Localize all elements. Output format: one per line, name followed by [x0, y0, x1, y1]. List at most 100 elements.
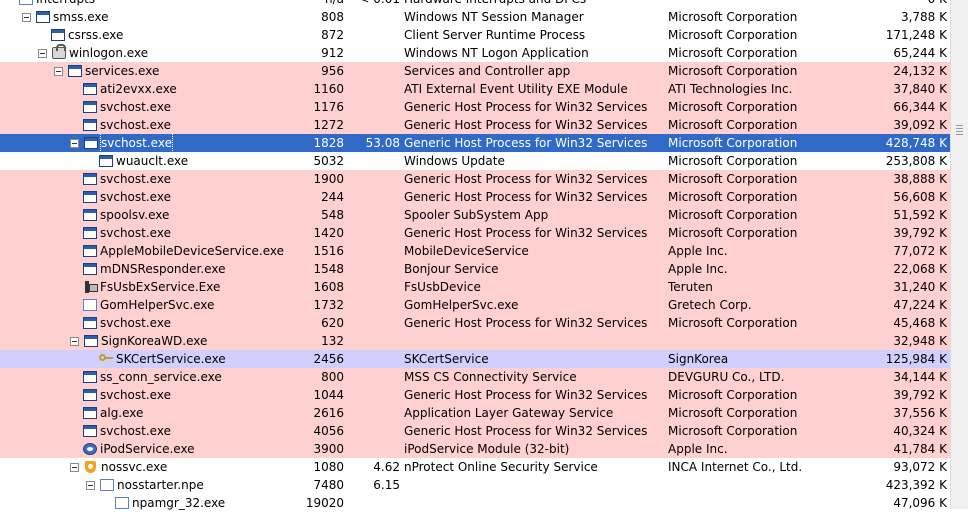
collapse-toggle-icon[interactable] [86, 480, 95, 490]
process-company: Microsoft Corporation [668, 154, 798, 168]
process-row[interactable]: npamgr_32.exe 19020 47,096 K [0, 494, 950, 512]
process-name-cell: spoolsv.exe [0, 206, 318, 224]
process-row[interactable]: ati2evxx.exe 1160 ATI External Event Utili… [0, 80, 950, 98]
process-row[interactable]: svchost.exe 4056 Generic Host Process for … [0, 422, 950, 440]
collapse-toggle-icon[interactable] [70, 138, 79, 148]
process-name-wrap: csrss.exe [38, 26, 123, 44]
process-name-wrap: winlogon.exe [38, 44, 148, 62]
process-name-wrap: mDNSResponder.exe [70, 260, 225, 278]
process-name-wrap: nossvc.exe [70, 458, 167, 476]
process-pid: 1900 [313, 172, 344, 186]
process-row[interactable]: csrss.exe 872 Client Server Runtime Proces… [0, 26, 950, 44]
process-memory: 3,788 K [900, 10, 947, 24]
process-name-cell: SKCertService.exe [0, 350, 318, 368]
process-name: svchost.exe [100, 316, 171, 330]
window-icon [83, 389, 97, 401]
window-icon [83, 317, 97, 329]
process-tree-table[interactable]: Interrupts n/a < 0.01 Hardware Interrupts a… [0, 0, 950, 512]
process-description: Spooler SubSystem App [404, 208, 549, 222]
process-description: Application Layer Gateway Service [404, 406, 614, 420]
process-name-wrap: alg.exe [70, 404, 143, 422]
process-name-cell: svchost.exe [0, 134, 318, 152]
process-row[interactable]: Interrupts n/a < 0.01 Hardware Interrupts a… [0, 0, 950, 8]
process-row[interactable]: svchost.exe 1828 53.08 Generic Host Process… [0, 134, 950, 152]
process-row[interactable]: services.exe 956 Services and Controller a… [0, 62, 950, 80]
blank-window-icon [100, 479, 114, 491]
window-icon [36, 11, 50, 23]
process-row[interactable]: ss_conn_service.exe 800 MSS CS Connectivit… [0, 368, 950, 386]
process-row[interactable]: SKCertService.exe 2456 SKCertService SignKo… [0, 350, 950, 368]
collapse-toggle-icon[interactable] [22, 12, 31, 22]
collapse-toggle-icon[interactable] [70, 336, 79, 346]
vertical-scrollbar[interactable] [950, 0, 968, 509]
process-company: Microsoft Corporation [668, 226, 798, 240]
process-cpu: < 0.01 [352, 0, 400, 8]
process-company: Apple Inc. [668, 244, 728, 258]
process-company: Microsoft Corporation [668, 28, 798, 42]
process-name-wrap: iPodService.exe [70, 440, 195, 458]
scrollbar-grip[interactable] [956, 123, 963, 141]
window-icon [51, 29, 65, 41]
process-description: Generic Host Process for Win32 Services [404, 172, 648, 186]
process-description: iPodService Module (32-bit) [404, 442, 570, 456]
lock-icon [52, 44, 66, 59]
process-company: Microsoft Corporation [668, 10, 798, 24]
process-memory: 66,344 K [893, 100, 947, 114]
process-name-wrap: wuauclt.exe [86, 152, 188, 170]
process-row[interactable]: iPodService.exe 3900 iPodService Module (3… [0, 440, 950, 458]
process-description: Generic Host Process for Win32 Services [404, 226, 648, 240]
process-memory: 24,132 K [893, 64, 947, 78]
process-company: Microsoft Corporation [668, 100, 798, 114]
process-row[interactable]: wuauclt.exe 5032 Windows Update Microsoft C… [0, 152, 950, 170]
process-name-wrap: svchost.exe [70, 134, 173, 152]
process-row[interactable]: nossvc.exe 1080 4.62 nProtect Online Securi… [0, 458, 950, 476]
process-description: Windows NT Session Manager [404, 10, 584, 24]
process-name: Interrupts [36, 0, 95, 8]
process-name-cell: winlogon.exe [0, 44, 318, 62]
process-cpu [352, 386, 400, 404]
process-row[interactable]: nosstarter.npe 7480 6.15 423,392 K [0, 476, 950, 494]
collapse-toggle-icon[interactable] [54, 66, 63, 76]
process-row[interactable]: svchost.exe 1420 Generic Host Process for … [0, 224, 950, 242]
process-name-cell: svchost.exe [0, 170, 318, 188]
collapse-toggle-icon[interactable] [38, 48, 47, 58]
process-row[interactable]: AppleMobileDeviceService.exe 1516 MobileDe… [0, 242, 950, 260]
process-cpu [352, 350, 400, 368]
process-name: SignKoreaWD.exe [101, 334, 208, 348]
collapse-toggle-icon[interactable] [70, 462, 79, 472]
process-row[interactable]: GomHelperSvc.exe 1732 GomHelperSvc.exe Gret… [0, 296, 950, 314]
process-row[interactable]: alg.exe 2616 Application Layer Gateway Ser… [0, 404, 950, 422]
process-memory: 428,748 K [885, 136, 947, 150]
process-pid: 620 [321, 316, 344, 330]
window-icon [68, 65, 82, 77]
process-row[interactable]: svchost.exe 620 Generic Host Process for W… [0, 314, 950, 332]
process-pid: 1516 [313, 244, 344, 258]
process-description: Generic Host Process for Win32 Services [404, 118, 648, 132]
process-row[interactable]: svchost.exe 1176 Generic Host Process for … [0, 98, 950, 116]
process-row[interactable]: spoolsv.exe 548 Spooler SubSystem App Micro… [0, 206, 950, 224]
process-cpu [352, 62, 400, 80]
process-row[interactable]: mDNSResponder.exe 1548 Bonjour Service Appl… [0, 260, 950, 278]
window-icon [83, 371, 97, 383]
process-memory: 39,792 K [893, 226, 947, 240]
process-name: nosstarter.npe [117, 478, 204, 492]
process-row[interactable]: winlogon.exe 912 Windows NT Logon Applicat… [0, 44, 950, 62]
process-memory: 34,144 K [893, 370, 947, 384]
process-company: Teruten [668, 280, 713, 294]
process-row[interactable]: smss.exe 808 Windows NT Session Manager Mic… [0, 8, 950, 26]
process-pid: 2456 [313, 352, 344, 366]
window-icon [83, 173, 97, 185]
process-pid: 1828 [313, 136, 344, 150]
process-description: Client Server Runtime Process [404, 28, 586, 42]
blank-window-icon [83, 299, 97, 311]
process-row[interactable]: FsUsbExService.Exe 1608 FsUsbDevice Teruten… [0, 278, 950, 296]
process-row[interactable]: svchost.exe 1044 Generic Host Process for … [0, 386, 950, 404]
process-row[interactable]: SignKoreaWD.exe 132 32,948 K [0, 332, 950, 350]
process-memory: 171,248 K [885, 28, 947, 42]
process-row[interactable]: svchost.exe 1272 Generic Host Process for … [0, 116, 950, 134]
process-company: INCA Internet Co., Ltd. [668, 460, 803, 474]
key-icon [99, 353, 113, 365]
process-row[interactable]: svchost.exe 1900 Generic Host Process for … [0, 170, 950, 188]
process-name: ss_conn_service.exe [100, 370, 222, 384]
process-row[interactable]: svchost.exe 244 Generic Host Process for W… [0, 188, 950, 206]
